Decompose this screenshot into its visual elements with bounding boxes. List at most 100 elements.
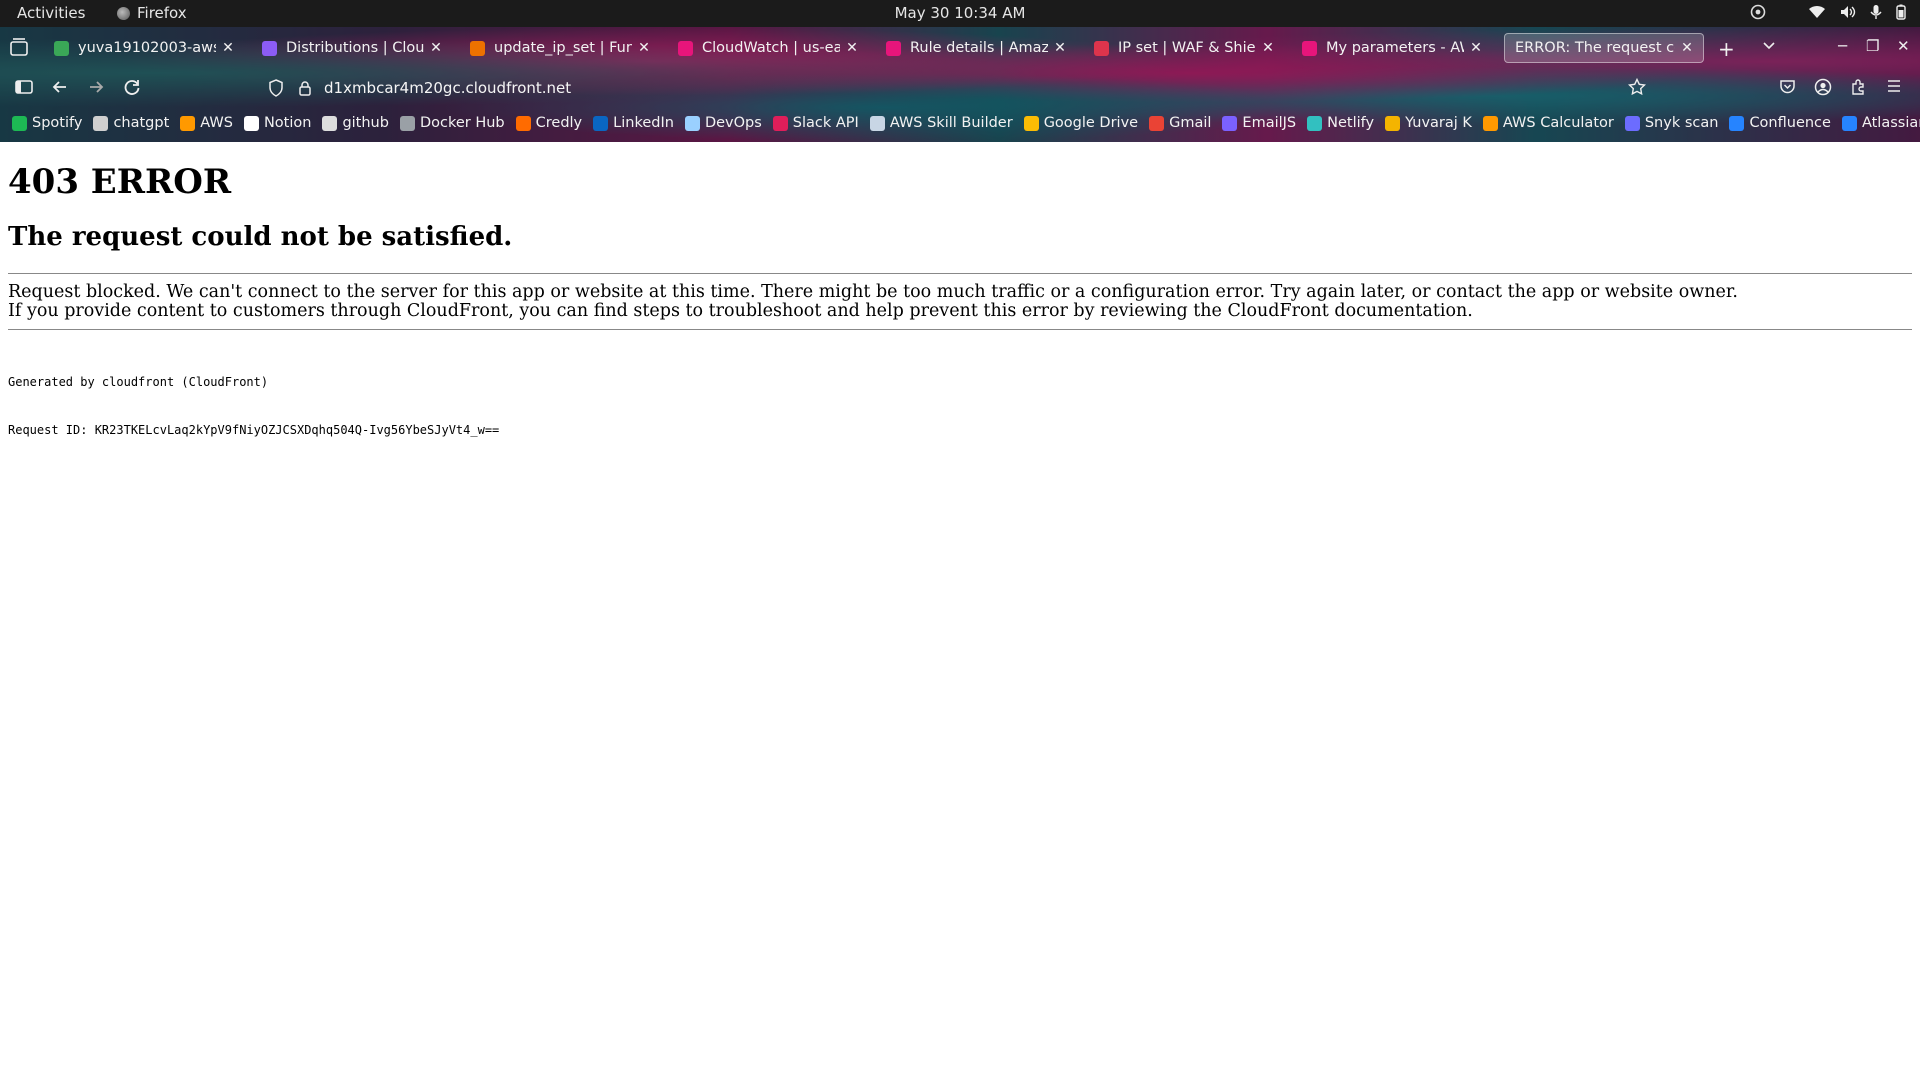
bookmark-label: Credly [535, 115, 583, 131]
chrome-indicator-icon[interactable] [1750, 4, 1766, 20]
window-close-button[interactable]: ✕ [1897, 37, 1910, 55]
tab-title: IP set | WAF & Shield | [1118, 40, 1256, 56]
bookmark-item[interactable]: AWS [180, 115, 233, 131]
bookmark-icon [515, 115, 531, 131]
tab-active[interactable]: ERROR: The request could ✕ [1504, 33, 1704, 63]
bookmark-item[interactable]: github [322, 115, 389, 131]
clock[interactable]: May 30 10:34 AM [895, 4, 1026, 22]
message-line: If you provide content to customers thro… [8, 301, 1473, 321]
bookmark-item[interactable]: Google Drive [1023, 115, 1139, 131]
close-icon[interactable]: ✕ [1052, 40, 1068, 56]
bookmark-item[interactable]: chatgpt [93, 115, 169, 131]
tab[interactable]: Rule details | Amazon E ✕ [876, 33, 1076, 63]
bookmark-label: chatgpt [113, 115, 170, 131]
bookmark-item[interactable]: Docker Hub [399, 115, 505, 131]
bookmark-icon [593, 115, 609, 131]
tab-title: CloudWatch | us-east-1 [702, 40, 840, 56]
volume-icon[interactable] [1840, 5, 1856, 19]
bookmark-item[interactable]: Slack API [772, 115, 859, 131]
firefox-icon [117, 6, 130, 20]
sidebar-icon[interactable] [14, 77, 34, 97]
bookmark-item[interactable]: Atlassian Home [1841, 115, 1920, 131]
close-icon[interactable]: ✕ [428, 40, 444, 56]
extensions-icon[interactable] [1850, 78, 1867, 95]
microphone-icon[interactable] [1870, 4, 1882, 20]
bookmark-item[interactable]: Yuvaraj K [1385, 115, 1472, 131]
app-menu[interactable]: Firefox [117, 4, 187, 22]
new-tab-button[interactable]: + [1718, 37, 1735, 61]
bookmark-icon [1023, 115, 1039, 131]
bookmark-icon [1307, 115, 1323, 131]
close-icon[interactable]: ✕ [220, 40, 236, 56]
restore-button[interactable]: ❐ [1866, 37, 1879, 55]
bookmark-label: DevOps [704, 115, 762, 131]
tab[interactable]: CloudWatch | us-east-1 ✕ [668, 33, 868, 63]
bookmark-icon [772, 115, 788, 131]
bookmark-item[interactable]: LinkedIn [593, 115, 674, 131]
activities-button[interactable]: Activities [17, 4, 85, 22]
bookmark-item[interactable]: AWS Calculator [1482, 115, 1614, 131]
footer-info: Generated by cloudfront (CloudFront) Req… [8, 342, 499, 470]
close-icon[interactable]: ✕ [1468, 40, 1484, 56]
bookmark-icon [684, 115, 700, 131]
request-id: Request ID: KR23TKELcvLaq2kYpV9fNiyOZJCS… [8, 423, 500, 437]
bookmark-label: AWS Calculator [1502, 115, 1614, 131]
reload-icon[interactable] [122, 77, 142, 97]
close-icon[interactable]: ✕ [1260, 40, 1276, 56]
wifi-icon[interactable] [1808, 5, 1826, 19]
close-icon[interactable]: ✕ [636, 40, 652, 56]
bookmark-icon [1149, 115, 1165, 131]
bookmark-item[interactable]: Spotify [12, 115, 82, 131]
bookmark-icon [869, 115, 885, 131]
battery-icon[interactable] [1896, 4, 1906, 20]
tab[interactable]: My parameters - AWS S ✕ [1292, 33, 1492, 63]
bookmark-item[interactable]: Snyk scan [1624, 115, 1718, 131]
bookmark-item[interactable]: Notion [243, 115, 311, 131]
lock-icon[interactable] [298, 80, 312, 96]
waf-icon [1094, 40, 1109, 56]
shield-icon[interactable] [268, 79, 284, 97]
back-icon[interactable] [50, 77, 70, 97]
error-subheading: The request could not be satisfied. [8, 222, 513, 252]
firefox-view-icon[interactable] [8, 38, 32, 58]
tab[interactable]: Distributions | CloudFr ✕ [252, 33, 452, 63]
bookmark-icon [93, 115, 109, 131]
account-icon[interactable] [1814, 78, 1832, 96]
pocket-icon[interactable] [1779, 78, 1796, 95]
error-heading: 403 ERROR [8, 162, 232, 202]
systems-manager-icon [1302, 40, 1317, 56]
bookmark-item[interactable]: Netlify [1307, 115, 1374, 131]
system-tray[interactable] [1750, 4, 1906, 20]
close-icon[interactable]: ✕ [1679, 40, 1695, 56]
bookmark-label: Google Drive [1043, 115, 1139, 131]
address-bar[interactable] [268, 73, 1648, 103]
url-input[interactable] [324, 79, 924, 97]
tab[interactable]: IP set | WAF & Shield | ✕ [1084, 33, 1284, 63]
bookmark-label: AWS Skill Builder [889, 115, 1013, 131]
minimize-button[interactable]: ─ [1838, 37, 1847, 55]
bookmark-item[interactable]: Credly [515, 115, 583, 131]
error-message: Request blocked. We can't connect to the… [8, 283, 1738, 321]
bookmark-item[interactable]: Confluence [1729, 115, 1831, 131]
eventbridge-icon [886, 40, 901, 56]
bookmark-icon [1385, 115, 1401, 131]
forward-icon[interactable] [86, 77, 106, 97]
menu-icon[interactable] [1886, 78, 1902, 94]
tab[interactable]: update_ip_set | Functi ✕ [460, 33, 660, 63]
tab-strip: yuva19102003-aws-ho ✕ Distributions | Cl… [0, 27, 1920, 69]
bookmark-star-icon[interactable] [1628, 78, 1646, 96]
tab-title: Rule details | Amazon E [910, 40, 1048, 56]
bookmark-item[interactable]: EmailJS [1222, 115, 1296, 131]
system-top-bar: Activities Firefox May 30 10:34 AM [0, 0, 1920, 27]
cloudfront-icon [262, 40, 277, 56]
tab[interactable]: yuva19102003-aws-ho ✕ [44, 33, 244, 63]
bookmark-label: Netlify [1327, 115, 1375, 131]
bookmark-item[interactable]: AWS Skill Builder [869, 115, 1013, 131]
bookmark-icon [1222, 115, 1238, 131]
bookmark-item[interactable]: Gmail [1149, 115, 1211, 131]
bookmark-icon [1729, 115, 1745, 131]
bookmark-item[interactable]: DevOps [684, 115, 762, 131]
bookmark-label: AWS [200, 115, 233, 131]
chevron-down-icon[interactable] [1762, 39, 1776, 53]
close-icon[interactable]: ✕ [844, 40, 860, 56]
